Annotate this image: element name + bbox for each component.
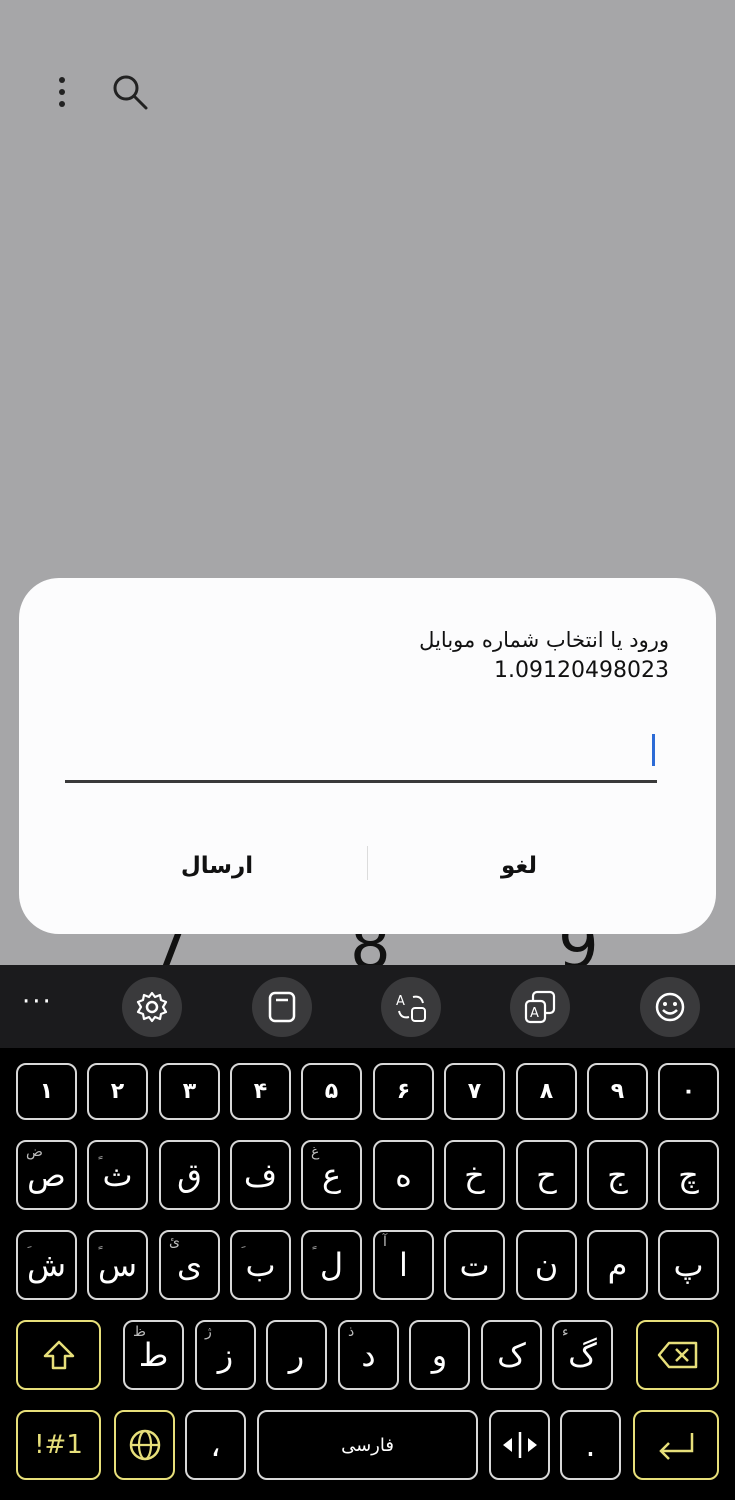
key-9[interactable]: ۹ [587,1063,648,1120]
svg-text:A: A [396,994,405,1009]
keyboard-toolbar: ··· A A [0,965,735,1048]
app-bar [0,0,735,180]
key-ta[interactable]: ظط [123,1320,184,1390]
key-2[interactable]: ۲ [87,1063,148,1120]
key-jim[interactable]: ج [587,1140,648,1210]
key-6[interactable]: ۶ [373,1063,434,1120]
comma-key[interactable]: ، [185,1410,246,1480]
emoji-icon[interactable] [640,977,700,1037]
key-re[interactable]: ر [266,1320,327,1390]
key-che[interactable]: چ [658,1140,719,1210]
symbols-key[interactable]: !#1 [16,1410,101,1480]
dialog-title: ورود یا انتخاب شماره موبایل [419,628,669,652]
key-sad[interactable]: ضص [16,1140,77,1210]
shift-icon [43,1340,74,1370]
enter-icon [659,1433,694,1460]
key-te[interactable]: ت [444,1230,505,1300]
key-gaf[interactable]: ءگ [552,1320,613,1390]
keyboard: ··· A A ۱ ۲ ۳ ۴ ۵ ۶ ۷ ۸ ۹ ۰ ضص ٍث ق ف غع… [0,965,735,1500]
text-cursor [652,734,655,766]
dialog-subtitle: 1.09120498023 [494,658,669,683]
shift-key[interactable] [16,1320,101,1390]
more-icon[interactable]: ··· [22,987,53,1017]
key-mim[interactable]: م [587,1230,648,1300]
enter-key[interactable] [633,1410,719,1480]
key-hhe[interactable]: ح [516,1140,577,1210]
key-be[interactable]: ِب [230,1230,291,1300]
key-dal[interactable]: ذد [338,1320,399,1390]
period-key[interactable]: . [560,1410,621,1480]
key-4[interactable]: ۴ [230,1063,291,1120]
key-0[interactable]: ۰ [658,1063,719,1120]
send-button[interactable]: ارسال [67,836,367,896]
key-he[interactable]: ه [373,1140,434,1210]
svg-text:A: A [530,1006,539,1021]
key-pe[interactable]: پ [658,1230,719,1300]
settings-icon[interactable] [122,977,182,1037]
language-key[interactable] [114,1410,175,1480]
search-icon[interactable] [108,70,152,114]
key-kaf[interactable]: ک [481,1320,542,1390]
phone-input-field[interactable] [65,728,657,783]
backspace-key[interactable] [636,1320,719,1390]
key-7[interactable]: ۷ [444,1063,505,1120]
cursor-control-key[interactable] [489,1410,550,1480]
key-alef[interactable]: آا [373,1230,434,1300]
key-ze[interactable]: ژز [195,1320,256,1390]
phone-input-dialog: ورود یا انتخاب شماره موبایل 1.0912049802… [19,578,716,934]
button-divider [367,846,368,880]
text-recognition-icon[interactable]: A [510,977,570,1037]
key-se[interactable]: ٍث [87,1140,148,1210]
backspace-icon [657,1341,697,1369]
key-1[interactable]: ۱ [16,1063,77,1120]
space-key[interactable]: فارسی [257,1410,478,1480]
key-khe[interactable]: خ [444,1140,505,1210]
cursor-move-icon [502,1432,537,1458]
key-shin[interactable]: ِش [16,1230,77,1300]
key-nun[interactable]: ن [516,1230,577,1300]
key-sin[interactable]: ٍس [87,1230,148,1300]
key-fe[interactable]: ف [230,1140,291,1210]
clipboard-icon[interactable] [252,977,312,1037]
key-lam[interactable]: ٍل [301,1230,362,1300]
cancel-button[interactable]: لغو [369,836,669,896]
key-ye[interactable]: ئی [159,1230,220,1300]
key-ghaf[interactable]: ق [159,1140,220,1210]
key-ein[interactable]: غع [301,1140,362,1210]
key-8[interactable]: ۸ [516,1063,577,1120]
globe-icon [129,1429,160,1461]
key-5[interactable]: ۵ [301,1063,362,1120]
key-vav[interactable]: و [409,1320,470,1390]
translate-icon[interactable]: A [381,977,441,1037]
key-3[interactable]: ۳ [159,1063,220,1120]
more-vert-icon[interactable] [42,72,82,112]
